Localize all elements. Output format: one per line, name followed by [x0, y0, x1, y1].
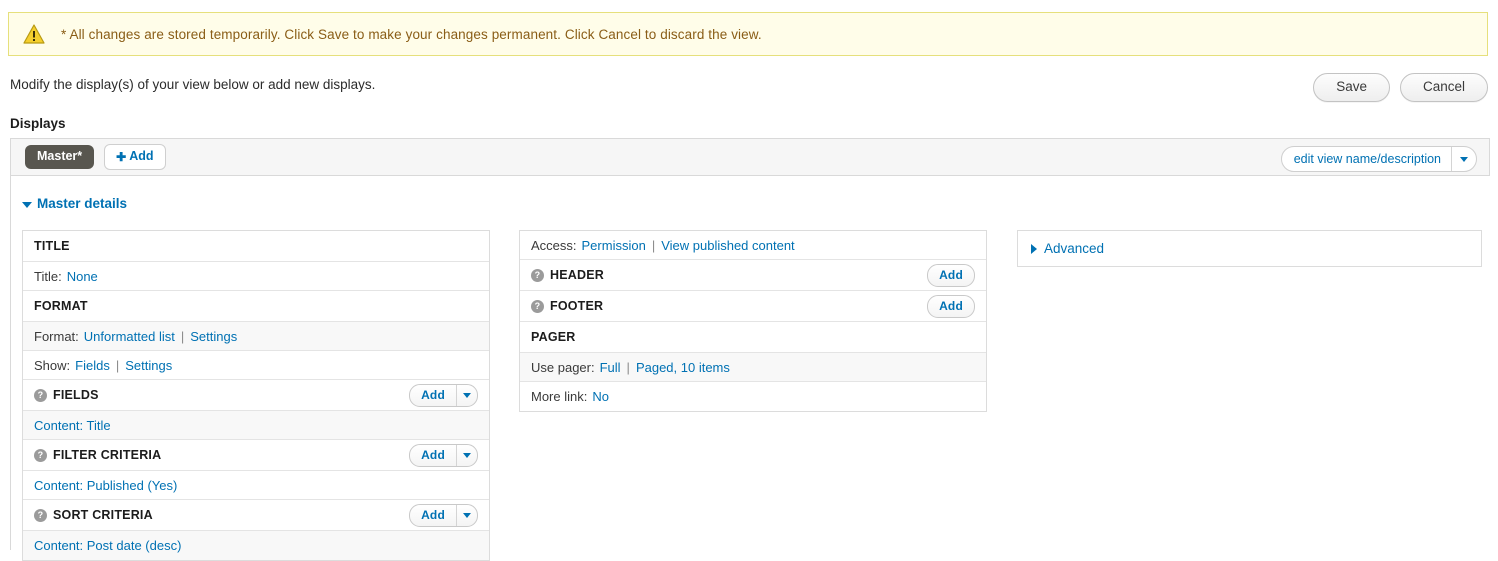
section-title: HEADER	[550, 268, 604, 282]
add-button[interactable]: Add	[927, 263, 975, 287]
warning-banner: * All changes are stored temporarily. Cl…	[8, 12, 1488, 56]
section-header-row: ? HEADER Add	[520, 260, 986, 291]
top-actions: Save Cancel	[1313, 73, 1488, 102]
chevron-down-icon[interactable]	[456, 384, 477, 406]
section-header-left: ? FIELDS	[34, 388, 99, 402]
plus-icon: ✚	[116, 149, 127, 164]
setting-row: More link: No	[520, 382, 986, 411]
intro-text: Modify the display(s) of your view below…	[10, 77, 376, 92]
help-icon[interactable]: ?	[34, 508, 47, 522]
triangle-right-icon	[1031, 243, 1037, 254]
add-button[interactable]: Add	[927, 294, 975, 318]
add-button-label: Add	[939, 299, 963, 313]
setting-row: Show: Fields | Settings	[23, 351, 489, 380]
section-title: SORT CRITERIA	[53, 508, 153, 522]
cancel-button[interactable]: Cancel	[1399, 73, 1488, 102]
chevron-down-icon[interactable]	[456, 504, 477, 526]
chevron-down-icon[interactable]	[456, 444, 477, 466]
link-separator: |	[626, 359, 630, 375]
section-title: PAGER	[531, 330, 576, 344]
section-header-left: ? FILTER CRITERIA	[34, 448, 161, 462]
add-button-label: Add	[421, 388, 445, 402]
add-display-button[interactable]: ✚ Add	[104, 144, 166, 170]
section-header-row: ? FOOTER Add	[520, 291, 986, 322]
setting-link[interactable]: Settings	[125, 358, 172, 373]
section-header-row: ? SORT CRITERIA Add	[23, 500, 489, 531]
setting-row: Title: None	[23, 262, 489, 291]
setting-link[interactable]: Settings	[190, 329, 237, 344]
section-header-left: TITLE	[34, 239, 70, 253]
settings-column-middle: Access: Permission | View published content…	[519, 230, 987, 412]
add-button[interactable]: Add	[409, 503, 478, 527]
section-header-row: FORMAT	[23, 291, 489, 322]
add-button-label: Add	[939, 268, 963, 282]
master-details-toggle[interactable]: Master details	[22, 196, 127, 211]
setting-row: Use pager: Full | Paged, 10 items	[520, 353, 986, 382]
setting-link[interactable]: Paged, 10 items	[636, 360, 730, 375]
triangle-down-icon	[22, 201, 32, 208]
section-title: FIELDS	[53, 388, 99, 402]
advanced-toggle[interactable]: Advanced	[1018, 231, 1481, 266]
setting-link[interactable]: View published content	[661, 238, 794, 253]
add-button-label: Add	[421, 508, 445, 522]
edit-view-label: edit view name/description	[1293, 151, 1441, 166]
chevron-down-icon[interactable]	[1451, 147, 1476, 171]
edit-view-name-description-button[interactable]: edit view name/description	[1280, 146, 1477, 172]
displays-tabbar: Master* ✚ Add edit view name/description	[11, 138, 1490, 176]
setting-link[interactable]: Content: Published (Yes)	[34, 478, 177, 493]
add-button-label: Add	[421, 448, 445, 462]
setting-link[interactable]: Content: Title	[34, 418, 111, 433]
section-header-left: ? FOOTER	[531, 299, 603, 313]
section-header-left: PAGER	[531, 330, 576, 344]
section-title: FOOTER	[550, 299, 604, 313]
warning-message: * All changes are stored temporarily. Cl…	[61, 26, 762, 42]
displays-heading: Displays	[10, 116, 66, 131]
section-header-row: ? FIELDS Add	[23, 380, 489, 411]
section-header-left: FORMAT	[34, 299, 88, 313]
setting-row: Access: Permission | View published content	[520, 231, 986, 260]
setting-label: More link:	[531, 389, 588, 404]
setting-link[interactable]: Full	[600, 360, 621, 375]
section-header-row: TITLE	[23, 231, 489, 262]
help-icon[interactable]: ?	[531, 299, 544, 313]
section-header-row: ? FILTER CRITERIA Add	[23, 440, 489, 471]
add-display-label: Add	[129, 149, 154, 164]
add-button[interactable]: Add	[409, 443, 478, 467]
section-title: FILTER CRITERIA	[53, 448, 162, 462]
help-icon[interactable]: ?	[34, 448, 47, 462]
setting-label: Use pager:	[531, 359, 595, 375]
display-tab-master[interactable]: Master*	[25, 145, 95, 169]
section-title: FORMAT	[34, 299, 88, 313]
section-title: TITLE	[34, 239, 70, 253]
link-separator: |	[115, 357, 120, 373]
setting-row: Content: Title	[23, 411, 489, 440]
setting-label: Show:	[34, 357, 71, 373]
setting-link[interactable]: Unformatted list	[84, 329, 175, 344]
link-separator: |	[651, 237, 656, 253]
settings-column-right: Advanced	[1017, 230, 1482, 267]
master-details-label: Master details	[37, 196, 128, 211]
warning-triangle-icon	[23, 24, 45, 44]
advanced-label: Advanced	[1044, 241, 1105, 256]
setting-label: Title:	[34, 268, 62, 284]
setting-link[interactable]: No	[592, 389, 609, 404]
section-header-row: PAGER	[520, 322, 986, 353]
add-button[interactable]: Add	[409, 383, 478, 407]
help-icon[interactable]: ?	[34, 388, 47, 402]
setting-row: Format: Unformatted list | Settings	[23, 322, 489, 351]
setting-label: Access:	[531, 237, 577, 253]
setting-link[interactable]: None	[67, 269, 98, 284]
setting-link[interactable]: Content: Post date (desc)	[34, 538, 181, 553]
section-header-left: ? SORT CRITERIA	[34, 508, 153, 522]
save-button[interactable]: Save	[1313, 73, 1390, 102]
setting-link[interactable]: Fields	[75, 358, 110, 373]
help-icon[interactable]: ?	[531, 268, 544, 282]
setting-row: Content: Published (Yes)	[23, 471, 489, 500]
setting-link[interactable]: Permission	[582, 238, 646, 253]
setting-label: Format:	[34, 328, 79, 344]
section-header-left: ? HEADER	[531, 268, 604, 282]
link-separator: |	[180, 328, 185, 344]
setting-row: Content: Post date (desc)	[23, 531, 489, 560]
settings-column-left: TITLE Title: None FORMAT Format: Unformatted …	[22, 230, 490, 561]
